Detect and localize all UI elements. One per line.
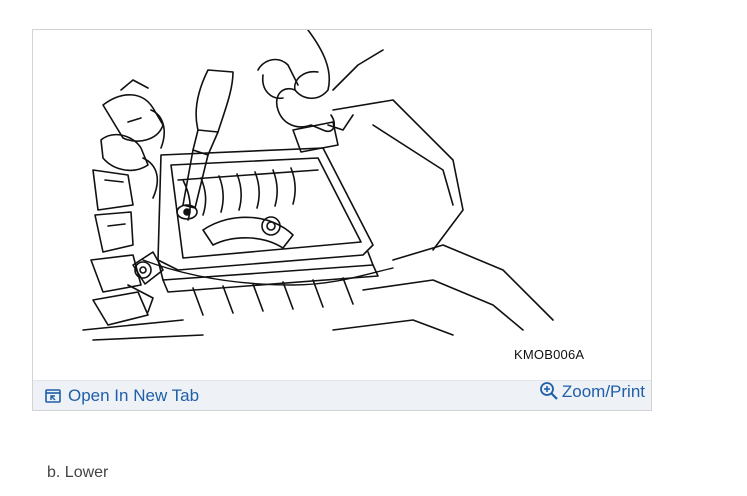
- open-in-new-tab-icon: [45, 389, 61, 403]
- figure-toolbar: Open In New Tab Zoom/Print: [33, 380, 651, 410]
- open-in-new-tab-link[interactable]: Open In New Tab: [45, 386, 199, 406]
- open-in-new-tab-label: Open In New Tab: [68, 386, 200, 405]
- hand-drawing: [257, 30, 384, 133]
- figure-caption: b. Lower: [47, 464, 109, 481]
- zoom-print-label: Zoom/Print: [561, 382, 645, 401]
- right-engine-parts-drawing: [332, 99, 554, 336]
- figure-code: KMOB006A: [514, 347, 585, 362]
- zoom-in-icon: [539, 381, 558, 400]
- air-cleaner-removal-illustration: [82, 30, 554, 341]
- figure-card: KMOB006A Open In New Tab Zoom/Print: [32, 29, 652, 411]
- zoom-print-link[interactable]: Zoom/Print: [539, 381, 645, 402]
